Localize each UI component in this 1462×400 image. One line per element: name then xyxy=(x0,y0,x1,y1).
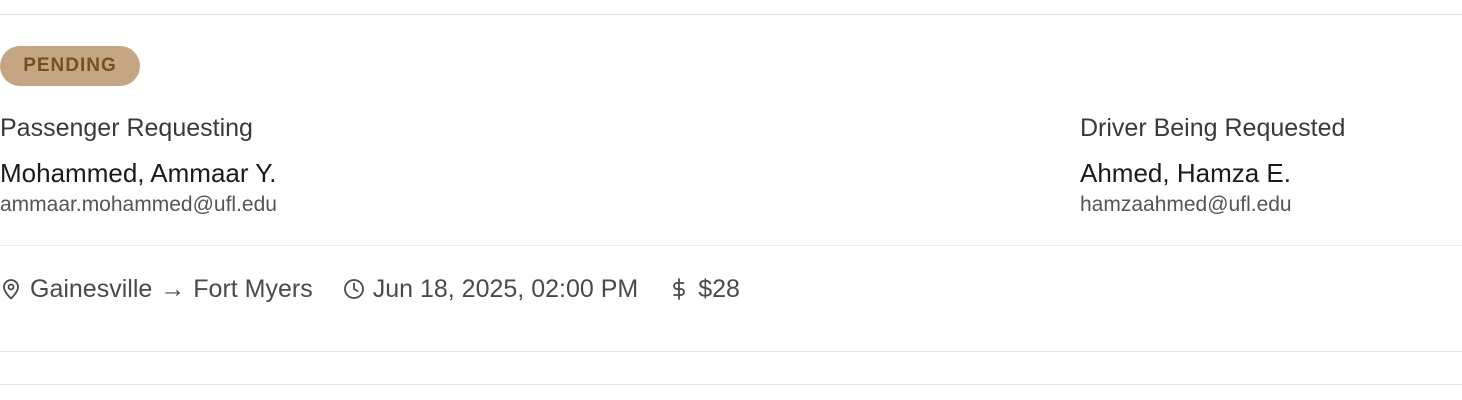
trip-datetime: Jun 18, 2025, 02:00 PM xyxy=(372,274,639,303)
driver-email: hamzaahmed@ufl.edu xyxy=(1080,193,1292,216)
card-divider xyxy=(0,245,1462,246)
route-info: Gainesville → Fort Myers xyxy=(0,275,313,304)
datetime-info: Jun 18, 2025, 02:00 PM xyxy=(343,275,638,304)
ride-request-card[interactable]: PENDING Passenger Requesting Mohammed, A… xyxy=(0,15,1462,352)
card-bottom-divider xyxy=(0,351,1462,352)
trip-details: Gainesville → Fort Myers Jun 18, 2025, 0… xyxy=(0,271,770,307)
map-pin-icon xyxy=(0,277,22,301)
route-origin: Gainesville xyxy=(30,274,153,303)
next-card-divider xyxy=(0,384,1462,385)
driver-section: Driver Being Requested Ahmed, Hamza E. h… xyxy=(1080,111,1345,220)
clock-icon xyxy=(343,277,365,301)
driver-role-label: Driver Being Requested xyxy=(1080,114,1346,142)
passenger-section: Passenger Requesting Mohammed, Ammaar Y.… xyxy=(0,111,277,220)
dollar-icon xyxy=(668,277,690,301)
passenger-name: Mohammed, Ammaar Y. xyxy=(0,158,277,188)
route-destination: Fort Myers xyxy=(193,274,313,303)
passenger-email: ammaar.mohammed@ufl.edu xyxy=(0,193,277,216)
route-arrow-icon: → xyxy=(160,274,186,303)
driver-name: Ahmed, Hamza E. xyxy=(1080,158,1291,188)
ride-request-page: PENDING Passenger Requesting Mohammed, A… xyxy=(0,0,1462,400)
passenger-role-label: Passenger Requesting xyxy=(0,114,253,142)
price-info: $28 xyxy=(668,275,740,304)
status-badge: PENDING xyxy=(0,46,140,86)
trip-price: $28 xyxy=(698,274,740,303)
